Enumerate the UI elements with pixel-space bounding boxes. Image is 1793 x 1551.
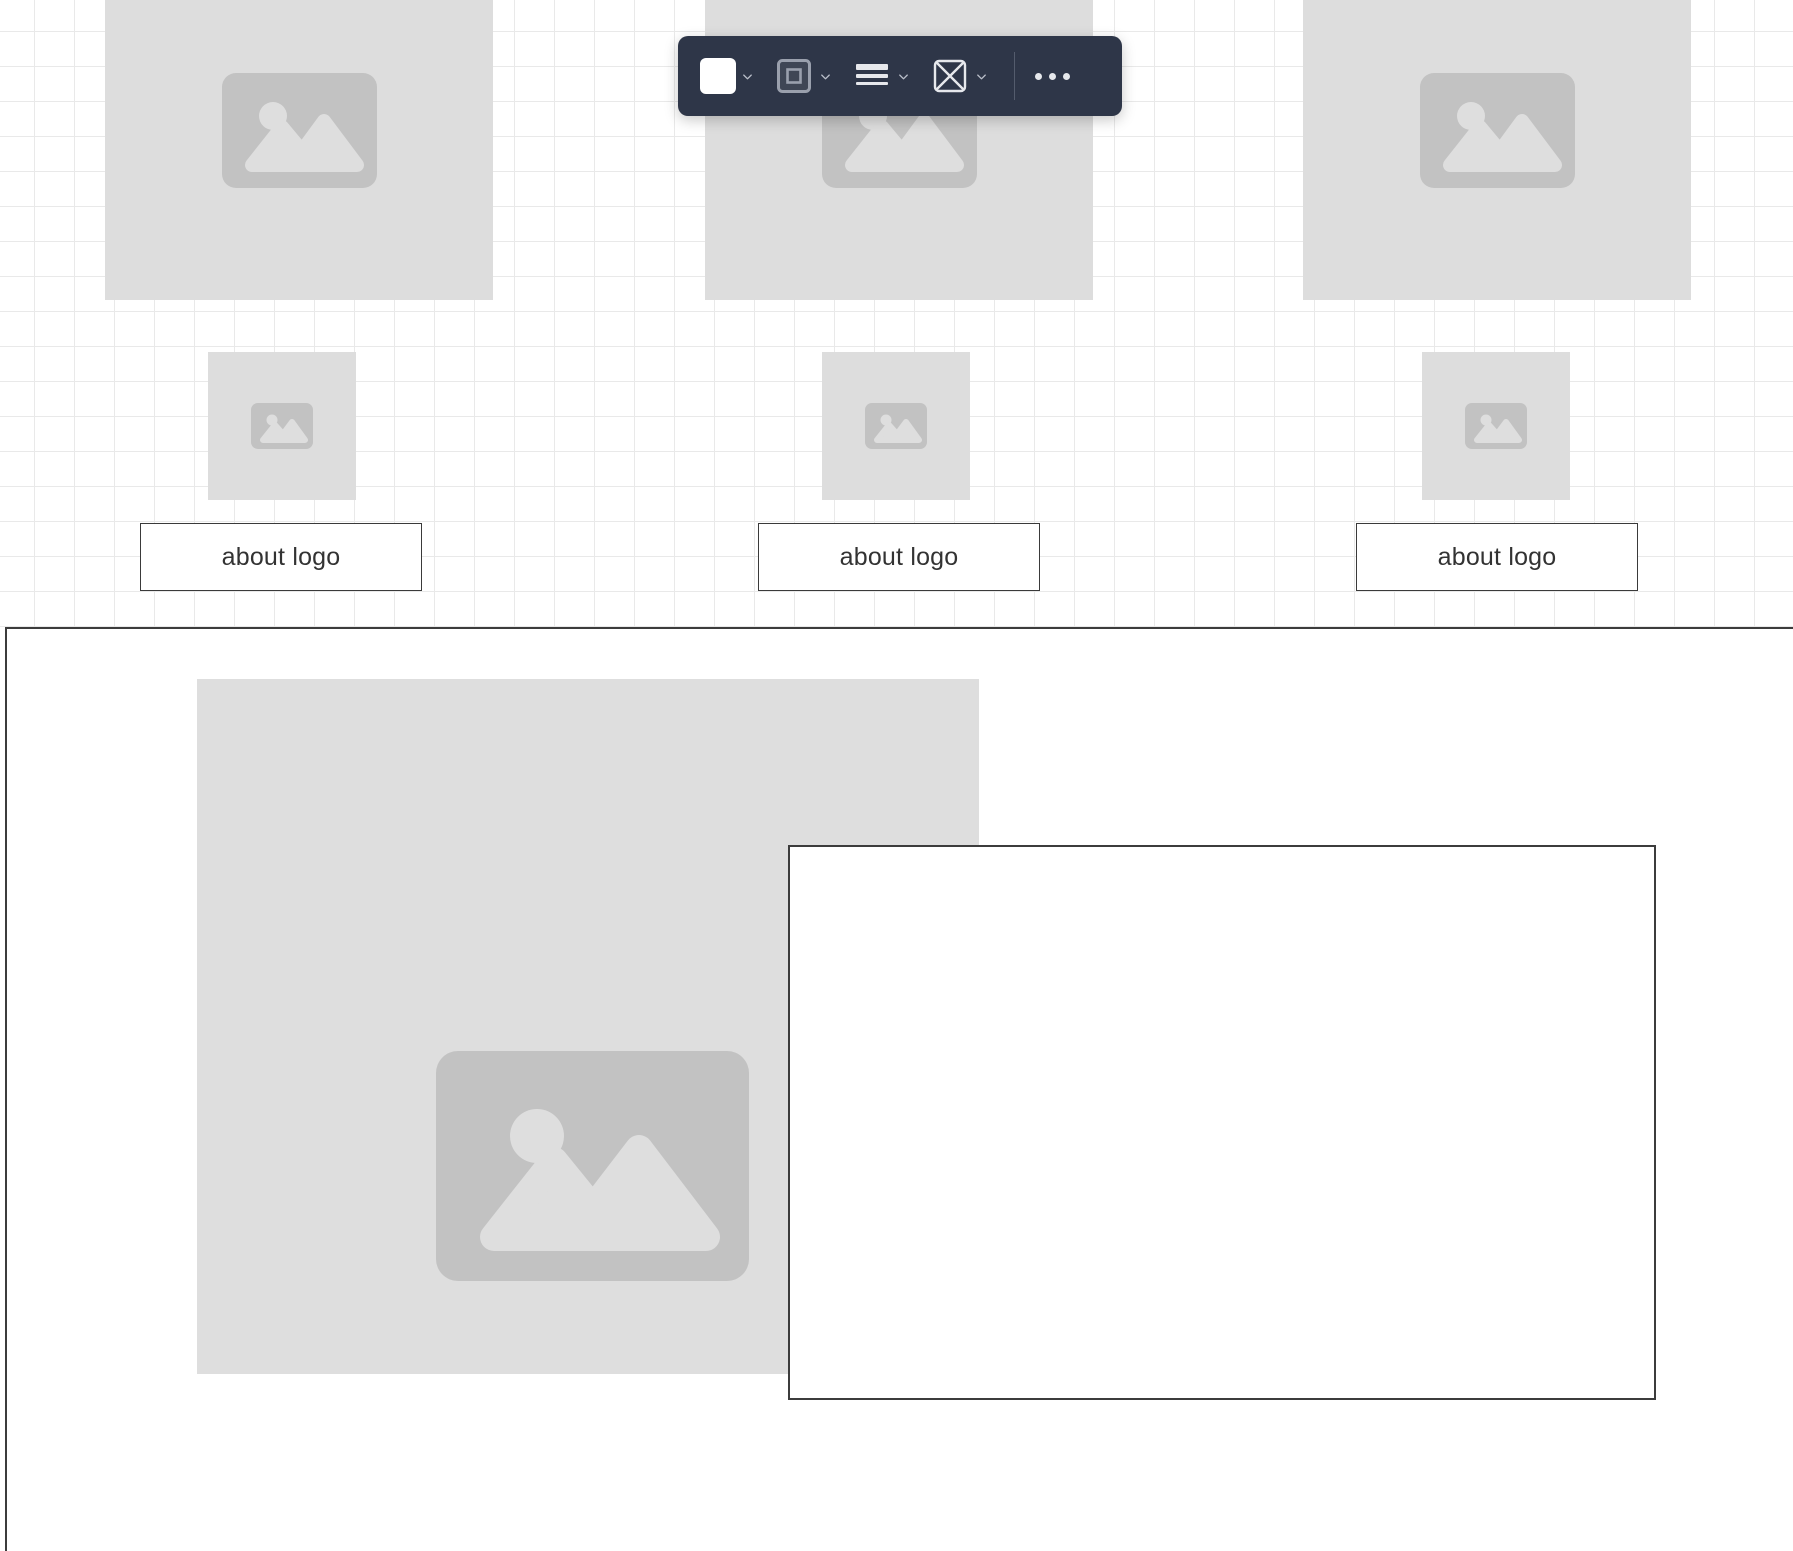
ellipsis-icon: [1049, 72, 1056, 80]
chevron-down-icon[interactable]: [897, 70, 910, 83]
ellipsis-icon: [1035, 72, 1042, 80]
image-placeholder-small-2[interactable]: [822, 352, 970, 500]
about-logo-label: about logo: [221, 542, 341, 571]
toolbar-no-fill[interactable]: [930, 56, 988, 96]
image-icon: [436, 1051, 749, 1281]
image-placeholder-large-1[interactable]: [105, 0, 493, 300]
about-logo-label: about logo: [1437, 542, 1557, 571]
color-swatch-icon[interactable]: [700, 58, 736, 94]
chevron-down-icon[interactable]: [819, 70, 832, 83]
image-placeholder-large-3[interactable]: [1303, 0, 1691, 300]
image-placeholder-small-1[interactable]: [208, 352, 356, 500]
image-placeholder-small-3[interactable]: [1422, 352, 1570, 500]
about-logo-box-3[interactable]: about logo: [1356, 523, 1638, 591]
toolbar-border-style[interactable]: [774, 56, 832, 96]
floating-format-toolbar[interactable]: [678, 36, 1122, 116]
crossed-square-icon[interactable]: [930, 56, 970, 96]
square-frame-icon[interactable]: [774, 56, 814, 96]
ellipsis-icon: [1063, 72, 1070, 80]
line-weight-icon[interactable]: [852, 56, 892, 96]
about-logo-box-2[interactable]: about logo: [758, 523, 1040, 591]
about-logo-box-1[interactable]: about logo: [140, 523, 422, 591]
chevron-down-icon[interactable]: [975, 70, 988, 83]
image-icon: [1419, 72, 1575, 188]
toolbar-more-options[interactable]: [1025, 65, 1080, 88]
empty-rectangle-shape[interactable]: [788, 845, 1656, 1400]
lower-panel[interactable]: [5, 627, 1793, 1551]
about-logo-label: about logo: [839, 542, 959, 571]
image-icon: [865, 403, 927, 449]
toolbar-fill-color[interactable]: [700, 58, 754, 94]
toolbar-stroke-width[interactable]: [852, 56, 910, 96]
chevron-down-icon[interactable]: [741, 70, 754, 83]
image-icon: [221, 72, 377, 188]
toolbar-divider: [1014, 52, 1015, 100]
image-icon: [1465, 403, 1527, 449]
image-icon: [251, 403, 313, 449]
